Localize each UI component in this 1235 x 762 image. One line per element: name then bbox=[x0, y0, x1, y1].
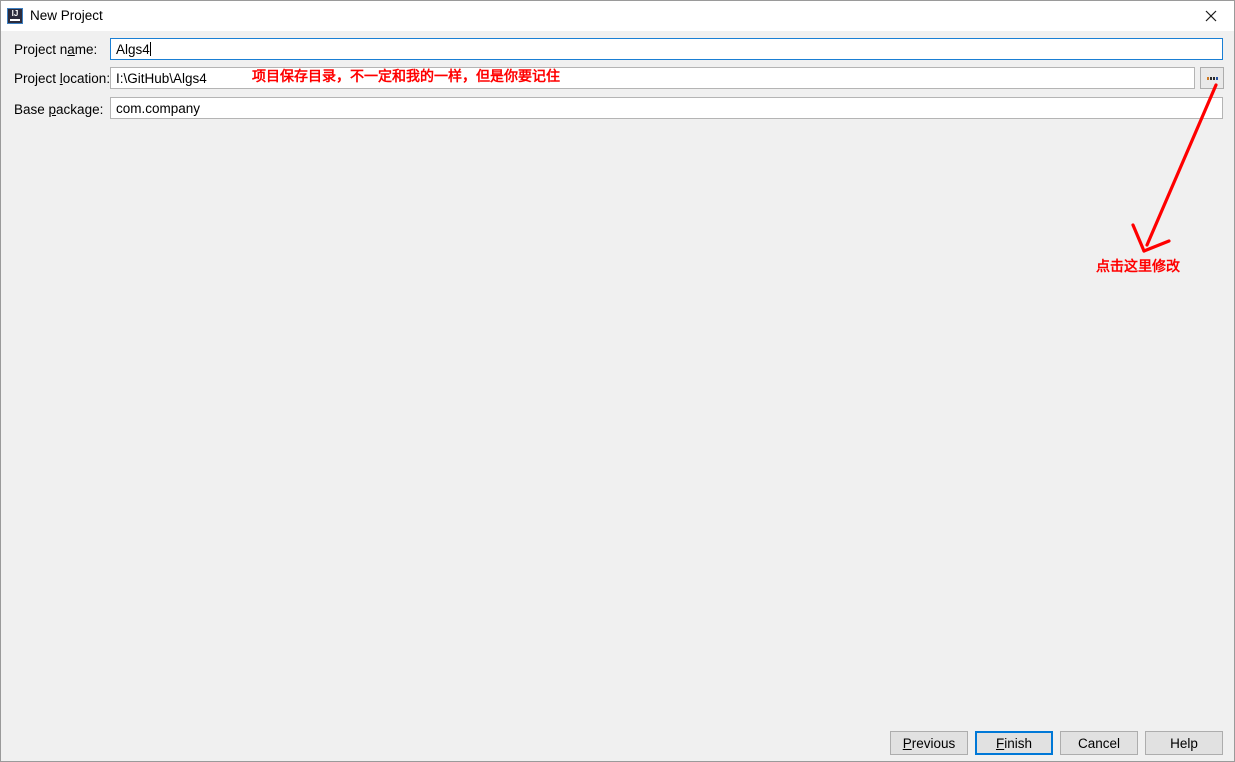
close-icon bbox=[1205, 10, 1217, 22]
previous-button[interactable]: Previous bbox=[890, 731, 968, 755]
base-package-label: Base package: bbox=[14, 102, 104, 117]
finish-button[interactable]: Finish bbox=[975, 731, 1053, 755]
title-bar: IJ New Project bbox=[1, 1, 1234, 31]
project-name-label: Project name: bbox=[14, 42, 98, 57]
project-name-input[interactable]: Algs4 bbox=[110, 38, 1223, 60]
browse-ellipsis-button[interactable] bbox=[1200, 67, 1224, 89]
new-project-dialog: IJ New Project Project name: Algs4 Proje… bbox=[0, 0, 1235, 762]
base-package-input[interactable]: com.company bbox=[110, 97, 1223, 119]
app-icon-letters: IJ bbox=[11, 9, 19, 18]
project-location-value: I:\GitHub\Algs4 bbox=[116, 70, 207, 86]
project-location-label: Project location: bbox=[14, 71, 111, 86]
window-title: New Project bbox=[30, 8, 103, 23]
text-caret bbox=[149, 42, 151, 56]
annotation-browse-note: 点击这里修改 bbox=[1096, 259, 1180, 275]
help-button[interactable]: Help bbox=[1145, 731, 1223, 755]
cancel-button[interactable]: Cancel bbox=[1060, 731, 1138, 755]
close-button[interactable] bbox=[1188, 1, 1234, 31]
annotation-location-note: 项目保存目录，不一定和我的一样，但是你要记住 bbox=[252, 69, 560, 85]
base-package-value: com.company bbox=[116, 100, 201, 116]
app-icon-underline bbox=[10, 19, 20, 21]
intellij-idea-icon: IJ bbox=[7, 8, 23, 24]
project-name-value: Algs4 bbox=[116, 41, 150, 57]
ellipsis-icon bbox=[1206, 76, 1218, 80]
